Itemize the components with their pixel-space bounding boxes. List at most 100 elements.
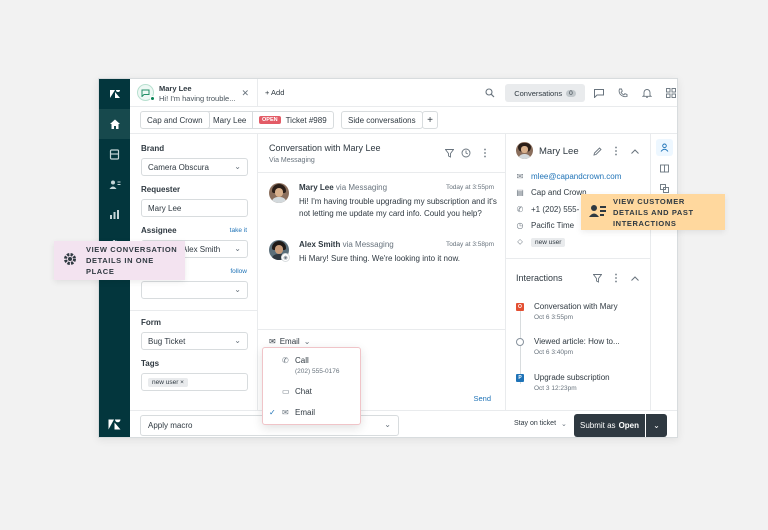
notifications-bell-icon[interactable] bbox=[640, 86, 654, 100]
divider bbox=[130, 310, 257, 311]
chat-option[interactable]: Chat bbox=[295, 387, 312, 396]
chevron-up-icon[interactable] bbox=[628, 144, 642, 158]
channel-switcher[interactable]: ✉ Email ⌄ bbox=[269, 337, 310, 346]
customer-context-icon[interactable] bbox=[656, 139, 673, 156]
requester-label: Requester bbox=[141, 185, 181, 194]
form-select[interactable]: Bug Ticket ⌄ bbox=[141, 332, 248, 350]
chevron-up-icon[interactable] bbox=[628, 271, 642, 285]
submit-button[interactable]: Submit as Open bbox=[574, 414, 645, 437]
submit-options-chevron-icon[interactable]: ⌄ bbox=[646, 414, 667, 437]
interaction-title: Viewed article: How to... bbox=[534, 337, 620, 346]
filter-icon[interactable] bbox=[442, 146, 456, 160]
reporting-icon[interactable] bbox=[99, 199, 130, 229]
chevron-down-icon: ⌄ bbox=[234, 285, 241, 294]
divider bbox=[506, 258, 650, 259]
customer-name: Mary Lee bbox=[539, 146, 579, 157]
organization-icon: ▤ bbox=[516, 188, 524, 197]
phone-icon: ✆ bbox=[282, 356, 289, 365]
customer-org[interactable]: Cap and Crown bbox=[531, 188, 587, 197]
add-side-conversation-button[interactable]: + bbox=[422, 111, 438, 129]
more-options-icon[interactable]: ⋮ bbox=[478, 146, 492, 160]
search-icon[interactable] bbox=[483, 86, 497, 100]
customer-org-row: ▤ Cap and Crown bbox=[516, 188, 587, 197]
phone-icon[interactable] bbox=[616, 86, 630, 100]
stay-on-ticket-select[interactable]: Stay on ticket ⌄ bbox=[514, 420, 567, 428]
agent-badge-icon: ◉ bbox=[281, 253, 290, 262]
interaction-date: Oct 6 3:55pm bbox=[534, 314, 574, 321]
send-button[interactable]: Send bbox=[473, 394, 491, 403]
envelope-icon: ✉ bbox=[282, 408, 289, 417]
contact-card-icon bbox=[589, 204, 607, 221]
customer-timezone-row: ◷ Pacific Time bbox=[516, 221, 575, 230]
conversations-button[interactable]: Conversations 0 bbox=[505, 84, 585, 102]
zendesk-logo-icon[interactable] bbox=[99, 79, 130, 109]
customer-tag[interactable]: new user bbox=[531, 237, 566, 247]
email-option[interactable]: Email bbox=[295, 408, 315, 417]
tags-input[interactable]: new user × bbox=[141, 373, 248, 391]
chevron-down-icon: ⌄ bbox=[234, 244, 241, 253]
requester-field[interactable]: Mary Lee bbox=[141, 199, 248, 217]
zendesk-z-icon[interactable] bbox=[99, 409, 130, 437]
chat-icon[interactable] bbox=[592, 86, 606, 100]
tag-pill[interactable]: new user × bbox=[148, 377, 188, 387]
customer-phone[interactable]: +1 (202) 555- bbox=[531, 205, 579, 214]
views-icon[interactable] bbox=[99, 139, 130, 169]
tab-user-preview: Hi! I'm having trouble... bbox=[159, 94, 236, 103]
macro-placeholder: Apply macro bbox=[148, 421, 193, 430]
breadcrumb-organization[interactable]: Cap and Crown bbox=[140, 111, 210, 129]
side-conversations-button[interactable]: Side conversations bbox=[341, 111, 423, 129]
tag-icon: ⬦ bbox=[517, 237, 523, 246]
chevron-down-icon: ⌄ bbox=[561, 421, 567, 428]
knowledge-book-icon[interactable] bbox=[656, 160, 673, 177]
email-icon: ✉ bbox=[516, 172, 524, 181]
ticket-footer: Apply macro ⌄ Stay on ticket ⌄ Submit as… bbox=[130, 410, 677, 437]
customer-email[interactable]: mlee@capandcrown.com bbox=[531, 172, 621, 181]
divider bbox=[258, 172, 505, 173]
article-mark-icon bbox=[516, 338, 524, 346]
avatar bbox=[269, 183, 289, 203]
follow-link[interactable]: follow bbox=[230, 268, 247, 275]
clock-icon: ◷ bbox=[516, 221, 524, 230]
online-status-dot bbox=[150, 96, 155, 101]
home-icon[interactable] bbox=[99, 109, 130, 139]
brand-value: Camera Obscura bbox=[148, 162, 209, 172]
call-option[interactable]: Call bbox=[295, 356, 309, 365]
message-timestamp: Today at 3:58pm bbox=[445, 241, 494, 248]
interaction-date: Oct 3 12:23pm bbox=[534, 385, 577, 392]
message-author: Mary Lee via Messaging bbox=[299, 183, 388, 192]
ticket-tab[interactable]: Mary Lee Hi! I'm having trouble... ✕ bbox=[130, 79, 258, 107]
chevron-down-icon: ⌄ bbox=[234, 336, 241, 345]
customers-icon[interactable] bbox=[99, 169, 130, 199]
message-timestamp: Today at 3:55pm bbox=[445, 184, 494, 191]
chevron-down-icon: ⌄ bbox=[384, 420, 391, 429]
add-tab-button[interactable]: + Add bbox=[265, 88, 284, 97]
edit-pencil-icon[interactable] bbox=[590, 144, 604, 158]
breadcrumb-requester[interactable]: Mary Lee bbox=[207, 111, 254, 129]
customer-context-panel: Mary Lee ⋮ ✉ mlee@capandcrown.com ▤ Cap … bbox=[506, 134, 651, 410]
more-options-icon[interactable]: ⋮ bbox=[609, 271, 623, 285]
take-it-link[interactable]: take it bbox=[230, 227, 247, 234]
callout-customer-details: View customer details and past interacti… bbox=[581, 194, 725, 230]
message-author: Alex Smith via Messaging bbox=[299, 240, 394, 249]
followers-select[interactable]: ⌄ bbox=[141, 281, 248, 299]
breadcrumb-ticket[interactable]: OPEN Ticket #989 bbox=[253, 111, 334, 129]
conversation-mark-icon: O bbox=[516, 303, 524, 311]
assignee-label: Assignee bbox=[141, 226, 177, 235]
top-bar: Mary Lee Hi! I'm having trouble... ✕ + A… bbox=[130, 79, 677, 107]
requester-value: Mary Lee bbox=[148, 203, 182, 213]
close-tab-icon[interactable]: ✕ bbox=[241, 88, 249, 99]
conversation-subtitle: Via Messaging bbox=[269, 157, 315, 164]
form-label: Form bbox=[141, 318, 161, 327]
conversation-title: Conversation with Mary Lee bbox=[269, 143, 381, 153]
ticket-mark-icon: P bbox=[516, 374, 524, 382]
more-options-icon[interactable]: ⋮ bbox=[609, 144, 623, 158]
brand-select[interactable]: Camera Obscura ⌄ bbox=[141, 158, 248, 176]
interactions-title: Interactions bbox=[516, 273, 563, 283]
filter-icon[interactable] bbox=[590, 271, 604, 285]
history-icon[interactable] bbox=[459, 146, 473, 160]
customer-email-row: ✉ mlee@capandcrown.com bbox=[516, 172, 622, 181]
conversations-label: Conversations bbox=[514, 88, 563, 98]
form-value: Bug Ticket bbox=[148, 336, 186, 346]
checkmark-icon: ✓ bbox=[269, 408, 276, 417]
apps-grid-icon[interactable] bbox=[664, 86, 677, 100]
